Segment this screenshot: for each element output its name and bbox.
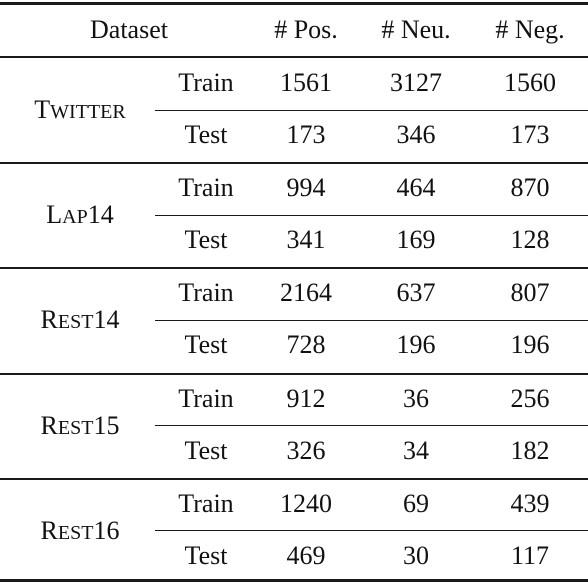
dataset-name-initial: R xyxy=(40,410,58,440)
split-rule xyxy=(155,214,588,216)
neu-count: 637 xyxy=(396,278,436,308)
dataset-name-smallcaps: WITTER xyxy=(50,101,126,123)
neu-count: 169 xyxy=(396,225,436,255)
pos-count: 728 xyxy=(286,330,326,360)
header-neu: # Neu. xyxy=(381,15,451,44)
neu-count: 3127 xyxy=(390,68,442,97)
neg-count: 1560 xyxy=(504,68,556,97)
split-label: Test xyxy=(184,435,228,465)
neg-count: 807 xyxy=(510,278,550,308)
split-label: Train xyxy=(178,383,234,413)
neu-count: 34 xyxy=(403,435,429,465)
dataset-name-suffix: 15 xyxy=(93,410,120,440)
pos-count: 326 xyxy=(286,435,326,465)
split-label: Train xyxy=(178,68,234,97)
dataset-name: REST15 xyxy=(0,411,160,443)
split-label: Test xyxy=(184,330,228,360)
split-label: Test xyxy=(184,540,228,570)
pos-count: 173 xyxy=(286,120,326,149)
dataset-name-suffix: 14 xyxy=(87,200,114,230)
group-rule xyxy=(0,162,588,165)
neu-count: 196 xyxy=(396,330,436,360)
dataset-name-smallcaps: EST xyxy=(57,311,94,334)
neg-count: 439 xyxy=(510,488,550,518)
neg-count: 870 xyxy=(510,173,550,203)
dataset-name-suffix: 14 xyxy=(93,305,120,335)
neg-count: 196 xyxy=(510,330,550,360)
pos-count: 341 xyxy=(286,225,326,255)
neg-count: 117 xyxy=(510,540,550,570)
neu-count: 30 xyxy=(403,540,429,570)
group-rule xyxy=(0,267,588,270)
pos-count: 994 xyxy=(286,173,326,203)
header-pos: # Pos. xyxy=(274,15,338,44)
split-rule xyxy=(155,530,588,532)
neg-count: 256 xyxy=(510,383,550,413)
split-label: Test xyxy=(184,225,228,255)
dataset-name: REST14 xyxy=(0,305,160,337)
split-label: Test xyxy=(184,120,228,149)
split-rule xyxy=(155,319,588,321)
split-rule xyxy=(155,109,588,111)
dataset-name-initial: R xyxy=(40,515,58,545)
pos-count: 912 xyxy=(286,383,326,413)
dataset-name-smallcaps: AP xyxy=(62,206,88,229)
neg-count: 128 xyxy=(510,225,550,255)
neg-count: 173 xyxy=(510,120,550,149)
split-label: Train xyxy=(178,278,234,308)
neu-count: 464 xyxy=(396,173,436,203)
split-rule xyxy=(155,425,588,427)
header-neg: # Neg. xyxy=(495,15,565,44)
dataset-name: TWITTER xyxy=(0,95,160,127)
dataset-name-initial: R xyxy=(40,305,58,335)
pos-count: 1240 xyxy=(280,488,332,518)
pos-count: 1561 xyxy=(280,68,332,97)
neg-count: 182 xyxy=(510,435,550,465)
header-rule xyxy=(0,56,588,58)
dataset-name-suffix: 16 xyxy=(93,515,120,545)
dataset-name-initial: T xyxy=(34,95,51,124)
neu-count: 346 xyxy=(396,120,436,149)
split-label: Train xyxy=(178,488,234,518)
dataset-name-smallcaps: EST xyxy=(57,416,94,439)
top-rule xyxy=(0,2,588,5)
dataset-name-smallcaps: EST xyxy=(57,521,94,544)
dataset-name: LAP14 xyxy=(0,200,160,232)
neu-count: 36 xyxy=(403,383,429,413)
bottom-rule xyxy=(0,579,588,582)
split-label: Train xyxy=(178,173,234,203)
group-rule xyxy=(0,372,588,375)
pos-count: 2164 xyxy=(280,278,332,308)
pos-count: 469 xyxy=(286,540,326,570)
dataset-name: REST16 xyxy=(0,516,160,548)
header-dataset: Dataset xyxy=(90,15,168,44)
neu-count: 69 xyxy=(403,488,429,518)
group-rule xyxy=(0,477,588,480)
dataset-name-initial: L xyxy=(46,200,63,230)
